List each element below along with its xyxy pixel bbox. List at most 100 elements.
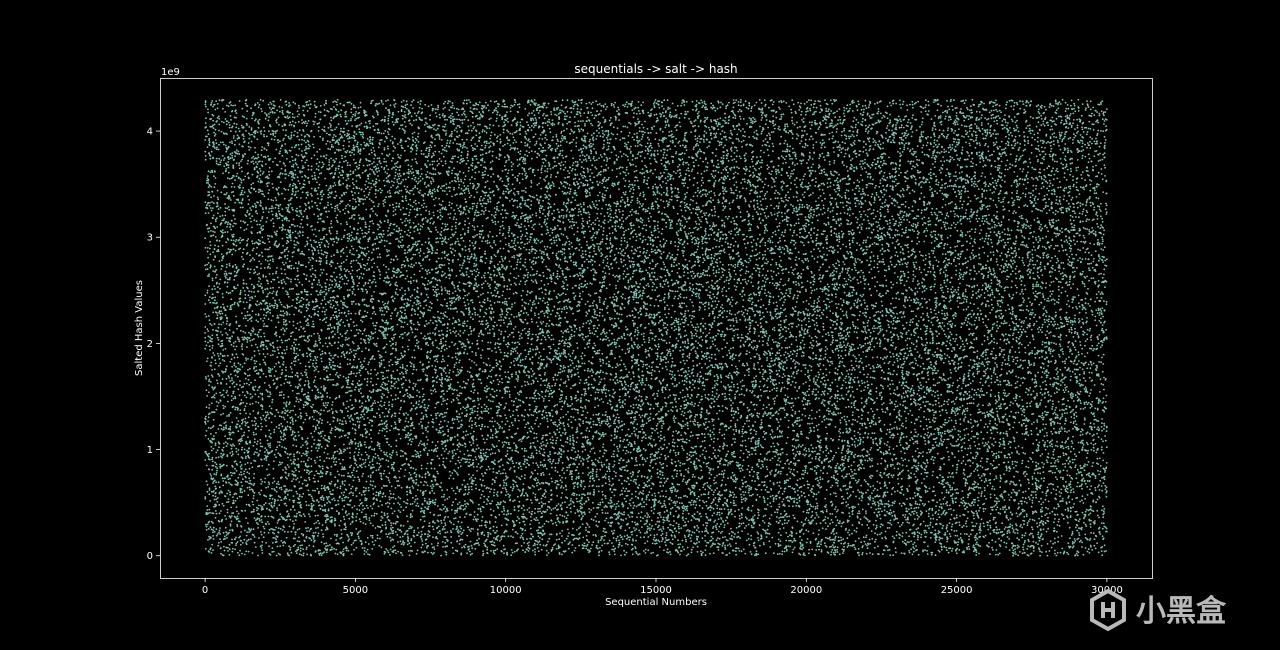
scatter-point [273,533,275,535]
scatter-point [1040,262,1042,264]
scatter-point [796,186,798,188]
scatter-point [813,302,815,304]
scatter-point [279,214,281,216]
scatter-point [481,284,483,286]
scatter-point [323,437,325,439]
scatter-point [416,139,418,141]
scatter-point [799,213,801,215]
scatter-point [635,540,637,542]
scatter-point [456,219,458,221]
scatter-point [1010,511,1012,513]
scatter-point [553,185,555,187]
scatter-point [481,287,483,289]
scatter-point [833,162,835,164]
scatter-point [448,116,450,118]
scatter-point [957,123,959,125]
scatter-point [387,550,389,552]
scatter-point [839,342,841,344]
scatter-point [1051,446,1053,448]
scatter-point [320,354,322,356]
scatter-point [781,298,783,300]
scatter-point [259,494,261,496]
scatter-point [1067,553,1069,555]
scatter-point [1044,147,1046,149]
scatter-point [668,313,670,315]
scatter-point [409,219,411,221]
scatter-point [208,186,210,188]
scatter-point [525,173,527,175]
scatter-point [479,379,481,381]
scatter-point [391,116,393,118]
scatter-point [1081,126,1083,128]
scatter-point [825,455,827,457]
scatter-point [228,158,230,160]
scatter-point [921,298,923,300]
scatter-point [848,406,850,408]
scatter-point [807,391,809,393]
scatter-point [260,220,262,222]
scatter-point [474,253,476,255]
scatter-point [716,304,718,306]
scatter-point [273,222,275,224]
scatter-point [1023,411,1025,413]
scatter-point [1023,299,1025,301]
scatter-point [724,252,726,254]
scatter-point [567,99,569,101]
scatter-point [570,500,572,502]
scatter-point [499,274,501,276]
scatter-point [212,345,214,347]
scatter-point [810,516,812,518]
scatter-point [890,465,892,467]
scatter-point [213,175,215,177]
scatter-point [1024,347,1026,349]
scatter-point [955,408,957,410]
scatter-point [604,333,606,335]
scatter-points [204,99,1108,557]
scatter-point [854,469,856,471]
scatter-point [857,327,859,329]
scatter-point [610,497,612,499]
scatter-point [982,246,984,248]
scatter-point [830,554,832,556]
scatter-point [668,396,670,398]
scatter-point [249,468,251,470]
scatter-point [241,337,243,339]
scatter-point [595,525,597,527]
scatter-point [691,402,693,404]
scatter-point [405,179,407,181]
scatter-point [428,150,430,152]
scatter-point [834,266,836,268]
scatter-point [296,208,298,210]
scatter-point [1028,130,1030,132]
scatter-point [779,222,781,224]
scatter-point [809,210,811,212]
scatter-point [588,346,590,348]
scatter-point [725,241,727,243]
scatter-point [277,522,279,524]
scatter-point [755,453,757,455]
scatter-point [458,299,460,301]
scatter-point [1032,519,1034,521]
scatter-point [230,199,232,201]
scatter-point [893,448,895,450]
scatter-point [639,251,641,253]
scatter-point [475,260,477,262]
scatter-point [566,470,568,472]
scatter-point [1052,413,1054,415]
scatter-point [909,363,911,365]
scatter-point [660,454,662,456]
scatter-point [248,379,250,381]
scatter-point [662,472,664,474]
scatter-point [822,247,824,249]
scatter-point [1070,113,1072,115]
scatter-point [505,403,507,405]
scatter-point [616,205,618,207]
scatter-point [437,109,439,111]
scatter-point [524,142,526,144]
scatter-point [864,308,866,310]
scatter-point [416,339,418,341]
scatter-point [1043,179,1045,181]
scatter-point [917,237,919,239]
scatter-point [1070,262,1072,264]
scatter-point [683,255,685,257]
